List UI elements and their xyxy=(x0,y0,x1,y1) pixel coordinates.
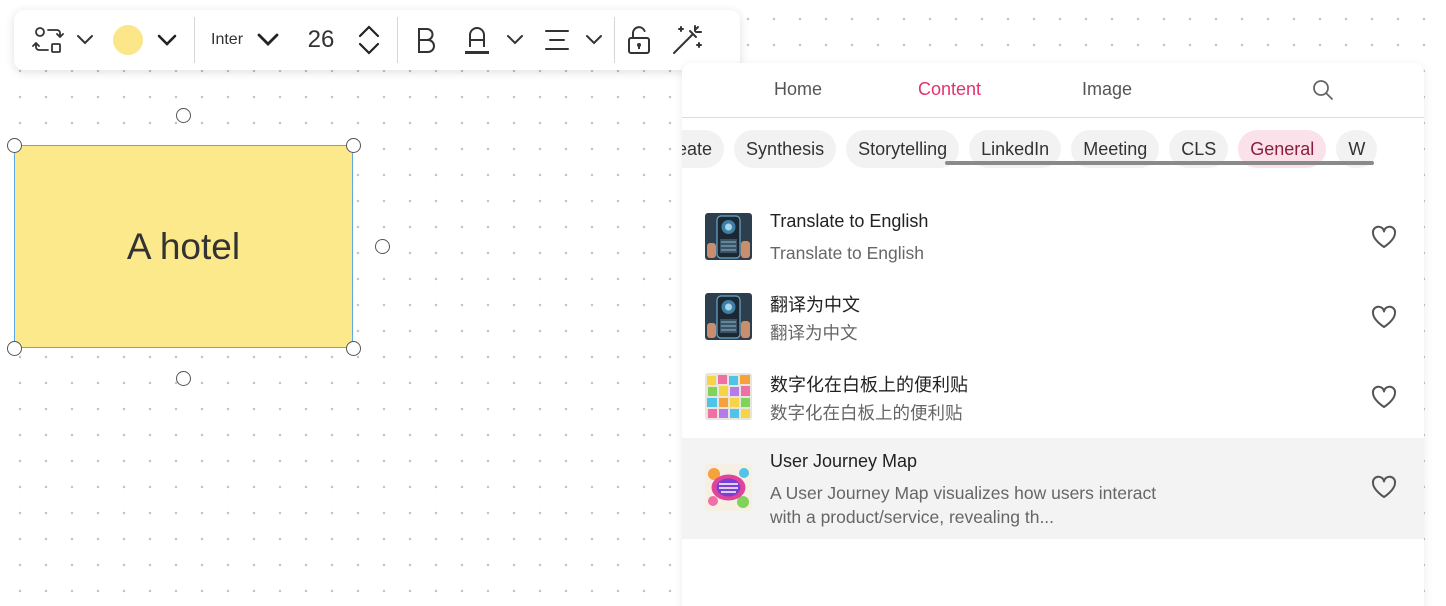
resize-handle-bottom-left[interactable] xyxy=(7,341,22,356)
chip-storytelling[interactable]: Storytelling xyxy=(846,130,960,168)
item-description: A User Journey Map visualizes how users … xyxy=(770,483,1157,527)
rotate-handle-bottom[interactable] xyxy=(176,371,191,386)
phone-translate-image xyxy=(705,293,752,340)
chip-ideate[interactable]: Ideate xyxy=(682,130,725,168)
font-family-label: Inter xyxy=(211,31,244,48)
chevron-down-icon xyxy=(76,34,94,46)
chips-scrollbar[interactable] xyxy=(945,161,1374,165)
rotate-handle-right[interactable] xyxy=(375,239,390,254)
list-item[interactable]: 翻译为中文 翻译为中文 xyxy=(682,278,1424,358)
fill-color-button[interactable] xyxy=(104,20,152,60)
item-description: 数字化在白板上的便利贴 xyxy=(770,403,963,423)
template-list: Translate to English Translate to Englis… xyxy=(682,198,1424,539)
template-panel: Home Content Image Ideate Synthesis Stor… xyxy=(682,63,1424,606)
text-align-button[interactable] xyxy=(534,20,580,60)
item-title: 数字化在白板上的便利贴 xyxy=(770,375,968,395)
shape-swap-icon xyxy=(32,24,64,56)
text-color-button[interactable] xyxy=(454,20,500,60)
list-item[interactable]: 数字化在白板上的便利贴 数字化在白板上的便利贴 xyxy=(682,358,1424,438)
toolbar-divider xyxy=(397,17,398,63)
text-align-dropdown[interactable] xyxy=(580,20,608,60)
item-title: Translate to English xyxy=(770,211,929,231)
chevron-down-icon xyxy=(157,34,177,47)
shape-swap-dropdown[interactable] xyxy=(66,20,104,60)
chevron-down-icon xyxy=(506,34,524,46)
phone-translate-image xyxy=(705,213,752,260)
chevron-down-icon xyxy=(585,34,603,46)
magic-wand-icon xyxy=(671,24,703,56)
sticky-note-text: A hotel xyxy=(126,225,241,267)
bold-button[interactable] xyxy=(406,20,446,60)
tab-content[interactable]: Content xyxy=(918,79,981,100)
font-size-value: 26 xyxy=(307,26,335,53)
format-toolbar: Inter 26 xyxy=(14,10,740,70)
unlock-icon xyxy=(627,25,651,55)
list-item[interactable]: User Journey Map A User Journey Map visu… xyxy=(682,438,1424,539)
fill-color-dropdown[interactable] xyxy=(152,20,182,60)
heart-icon[interactable] xyxy=(1371,475,1397,504)
resize-handle-top-right[interactable] xyxy=(346,138,361,153)
category-chips: Ideate Synthesis Storytelling LinkedIn M… xyxy=(682,118,1424,180)
sticky-notes-image xyxy=(705,373,752,420)
chevron-down-icon xyxy=(257,33,279,47)
resize-handle-bottom-right[interactable] xyxy=(346,341,361,356)
toolbar-divider xyxy=(194,17,195,63)
chevron-up-icon xyxy=(358,25,380,38)
chip-synthesis[interactable]: Synthesis xyxy=(734,130,837,168)
text-color-icon xyxy=(464,25,490,55)
lock-button[interactable] xyxy=(619,20,659,60)
chevron-down-icon xyxy=(358,42,380,55)
toolbar-divider xyxy=(614,17,615,63)
tab-image[interactable]: Image xyxy=(1082,79,1132,100)
search-icon[interactable] xyxy=(1312,79,1334,106)
tab-home[interactable]: Home xyxy=(774,79,822,100)
align-icon xyxy=(544,29,570,51)
font-size-decrease-button[interactable] xyxy=(358,42,380,55)
panel-tabs: Home Content Image xyxy=(682,63,1424,118)
shape-swap-button[interactable] xyxy=(30,20,66,60)
resize-handle-top-left[interactable] xyxy=(7,138,22,153)
heart-icon[interactable] xyxy=(1371,305,1397,334)
list-item[interactable]: Translate to English Translate to Englis… xyxy=(682,198,1424,278)
item-title: User Journey Map xyxy=(770,451,918,471)
ai-magic-button[interactable] xyxy=(663,20,711,60)
font-size-stepper xyxy=(351,25,387,55)
font-size-increase-button[interactable] xyxy=(358,25,380,38)
font-size-input[interactable]: 26 xyxy=(291,20,351,60)
item-description: 翻译为中文 xyxy=(770,323,858,343)
text-color-dropdown[interactable] xyxy=(500,20,530,60)
item-title: 翻译为中文 xyxy=(770,295,860,315)
fill-color-swatch xyxy=(113,25,143,55)
heart-icon[interactable] xyxy=(1371,225,1397,254)
user-journey-map-image xyxy=(705,464,752,511)
bold-icon xyxy=(415,26,437,54)
rotate-handle-top[interactable] xyxy=(176,108,191,123)
font-family-select[interactable]: Inter xyxy=(199,20,279,60)
item-description: Translate to English xyxy=(770,243,925,263)
sticky-note[interactable]: A hotel xyxy=(14,145,353,348)
heart-icon[interactable] xyxy=(1371,385,1397,414)
